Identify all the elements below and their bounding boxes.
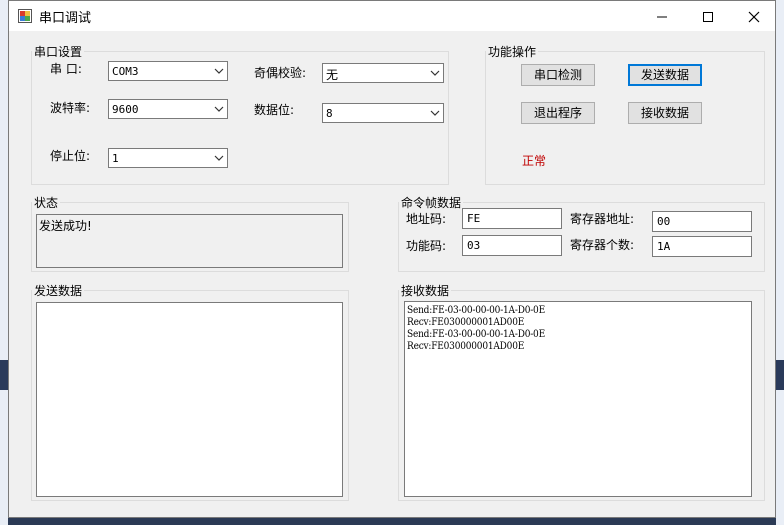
serial-settings-legend: 串口设置 xyxy=(34,45,83,59)
register-address-input[interactable]: 00 xyxy=(652,211,752,232)
functions-legend: 功能操作 xyxy=(488,45,537,59)
send-data-button[interactable]: 发送数据 xyxy=(628,64,702,86)
parity-label: 奇偶校验: xyxy=(254,66,307,80)
data-bits-select[interactable]: 8 xyxy=(322,103,444,123)
baud-label: 波特率: xyxy=(50,101,91,115)
status-textbox[interactable]: 发送成功! xyxy=(36,214,343,268)
receive-line: Send:FE-03-00-00-00-1A-D0-0E xyxy=(407,305,545,316)
detect-port-button[interactable]: 串口检测 xyxy=(521,64,595,86)
chevron-down-icon xyxy=(214,155,224,161)
data-bits-value: 8 xyxy=(326,107,333,120)
background-left-band xyxy=(0,360,8,390)
parity-select[interactable]: 无 xyxy=(322,63,444,83)
chevron-down-icon xyxy=(214,106,224,112)
receive-data-button[interactable]: 接收数据 xyxy=(628,102,702,124)
minimize-icon xyxy=(657,16,667,17)
chevron-down-icon xyxy=(430,110,440,116)
address-label: 地址码: xyxy=(406,212,447,226)
status-message: 发送成功! xyxy=(39,219,92,233)
send-data-textarea[interactable] xyxy=(36,302,343,497)
receive-line: Recv:FE030000001AD00E xyxy=(407,341,525,352)
connection-status: 正常 xyxy=(522,154,547,168)
maximize-icon xyxy=(703,11,713,22)
receive-line: Send:FE-03-00-00-00-1A-D0-0E xyxy=(407,329,545,340)
send-data-legend: 发送数据 xyxy=(34,284,83,298)
function-code-label: 功能码: xyxy=(406,239,447,253)
window-title: 串口调试 xyxy=(39,11,92,26)
maximize-button[interactable] xyxy=(685,1,731,31)
receive-data-textarea[interactable]: Send:FE-03-00-00-00-1A-D0-0E Recv:FE0300… xyxy=(404,301,752,497)
port-value: COM3 xyxy=(112,65,139,78)
app-icon xyxy=(18,9,32,23)
stop-bits-label: 停止位: xyxy=(50,149,91,163)
status-legend: 状态 xyxy=(34,196,59,210)
receive-data-legend: 接收数据 xyxy=(401,284,450,298)
address-input[interactable]: FE xyxy=(462,208,562,229)
baud-select[interactable]: 9600 xyxy=(108,99,228,119)
title-bar[interactable]: 串口调试 xyxy=(9,1,775,31)
baud-value: 9600 xyxy=(112,103,139,116)
register-count-input[interactable]: 1A xyxy=(652,236,752,257)
background-right-band xyxy=(776,360,784,390)
data-bits-label: 数据位: xyxy=(254,103,295,117)
command-frame-legend: 命令帧数据 xyxy=(401,196,462,210)
port-select[interactable]: COM3 xyxy=(108,61,228,81)
background-left-edge xyxy=(0,0,8,525)
register-address-label: 寄存器地址: xyxy=(570,212,635,226)
receive-line: Recv:FE030000001AD00E xyxy=(407,317,525,328)
serial-debug-window: 串口调试 串口设置 串 口: COM3 波特率: 9600 停止位: 1 奇偶校… xyxy=(8,0,776,518)
stop-bits-value: 1 xyxy=(112,152,119,165)
exit-button[interactable]: 退出程序 xyxy=(521,102,595,124)
minimize-button[interactable] xyxy=(639,1,685,31)
command-frame-group: 命令帧数据 xyxy=(398,194,765,272)
function-code-input[interactable]: 03 xyxy=(462,235,562,256)
chevron-down-icon xyxy=(430,70,440,76)
chevron-down-icon xyxy=(214,68,224,74)
stop-bits-select[interactable]: 1 xyxy=(108,148,228,168)
port-label: 串 口: xyxy=(50,62,82,76)
close-icon xyxy=(748,11,760,22)
background-right-edge xyxy=(776,0,784,525)
close-button[interactable] xyxy=(731,1,777,31)
parity-value: 无 xyxy=(326,68,339,82)
register-count-label: 寄存器个数: xyxy=(570,238,635,252)
